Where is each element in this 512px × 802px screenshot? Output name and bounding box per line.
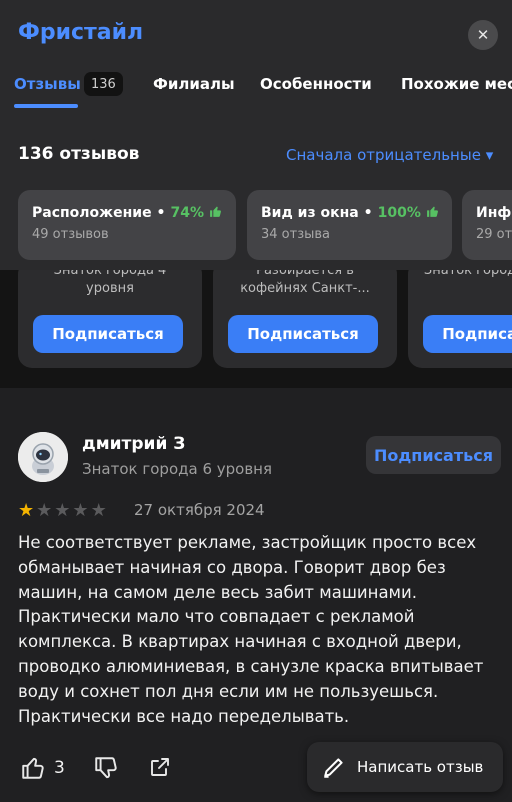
thumbs-up-icon bbox=[427, 206, 438, 217]
review-card: дмитрий З Знаток города 6 уровня Подписа… bbox=[0, 388, 512, 802]
astronaut-avatar-icon bbox=[18, 432, 68, 482]
aspect-count: 34 отзыва bbox=[261, 227, 331, 242]
tab-label: Отзывы bbox=[14, 75, 81, 93]
review-date: 27 октября 2024 bbox=[134, 501, 265, 519]
star-icon: ★ bbox=[72, 500, 89, 521]
author-card-desc: Разбирается в кофейнях Санкт-... bbox=[240, 270, 370, 296]
share-button[interactable] bbox=[148, 755, 176, 781]
author-card-desc: Знаток города уровня bbox=[423, 270, 512, 278]
thumbs-up-icon bbox=[210, 206, 222, 217]
tab-branches[interactable]: Филиалы bbox=[153, 75, 235, 93]
star-icon: ★ bbox=[18, 500, 35, 521]
dislike-button[interactable] bbox=[93, 755, 121, 781]
active-tab-indicator bbox=[14, 104, 78, 108]
subscribe-button[interactable]: Подписаться bbox=[33, 315, 183, 353]
avatar[interactable] bbox=[18, 432, 68, 482]
like-button[interactable]: 3 bbox=[20, 755, 65, 781]
close-button[interactable]: ✕ bbox=[468, 20, 498, 50]
author-card: Знаток города 4 уровня Подписаться bbox=[18, 270, 202, 368]
author-card-desc: Знаток города 4 уровня bbox=[53, 270, 167, 296]
follow-button[interactable]: Подписаться bbox=[366, 436, 501, 474]
star-icon: ★ bbox=[36, 500, 53, 521]
tab-reviews[interactable]: Отзывы bbox=[14, 75, 81, 93]
author-name[interactable]: дмитрий З bbox=[82, 434, 185, 454]
rating-stars: ★ ★ ★ ★ ★ bbox=[18, 500, 107, 522]
aspect-name: Расположение • bbox=[32, 205, 166, 221]
tab-features[interactable]: Особенности bbox=[260, 75, 372, 93]
close-icon: ✕ bbox=[476, 26, 490, 44]
aspect-name: Инфраструктура • bbox=[476, 205, 512, 221]
thumbs-up-icon bbox=[22, 757, 44, 779]
aspect-chip-infrastructure[interactable]: Инфраструктура • 29 отзывов bbox=[462, 190, 512, 260]
author-level: Знаток города 6 уровня bbox=[82, 460, 273, 478]
tab-badge: 136 bbox=[84, 72, 123, 96]
reviews-count: 136 отзывов bbox=[18, 144, 140, 164]
write-review-label: Написать отзыв bbox=[357, 758, 484, 776]
sort-dropdown[interactable]: Сначала отрицательные ▾ bbox=[286, 146, 493, 164]
pencil-icon bbox=[324, 758, 343, 778]
header: Фристайл ✕ Отзывы 136 Филиалы Особенност… bbox=[0, 0, 512, 270]
write-review-button[interactable]: Написать отзыв bbox=[307, 742, 503, 792]
author-card: Знаток города уровня Подписаться bbox=[408, 270, 512, 368]
aspect-percent: 74% bbox=[170, 205, 205, 221]
thumbs-down-icon bbox=[95, 757, 117, 779]
aspect-chip-view[interactable]: Вид из окна • 100% 34 отзыва bbox=[247, 190, 452, 260]
author-card: Разбирается в кофейнях Санкт-... Подписа… bbox=[213, 270, 397, 368]
review-text: Не соответствует рекламе, застройщик про… bbox=[18, 533, 484, 726]
aspect-count: 29 отзывов bbox=[476, 227, 512, 242]
like-count: 3 bbox=[54, 758, 65, 778]
star-icon: ★ bbox=[90, 500, 107, 521]
subscribe-button[interactable]: Подписаться bbox=[228, 315, 378, 353]
share-icon bbox=[151, 758, 169, 776]
star-icon: ★ bbox=[54, 500, 71, 521]
page-title: Фристайл bbox=[18, 20, 144, 45]
aspect-name: Вид из окна • bbox=[261, 205, 373, 221]
author-suggestions: Знаток города 4 уровня Подписаться Разби… bbox=[0, 270, 512, 388]
aspect-percent: 100% bbox=[377, 205, 421, 221]
aspect-count: 49 отзывов bbox=[32, 227, 109, 242]
aspect-chip-location[interactable]: Расположение • 74% 49 отзывов bbox=[18, 190, 236, 260]
tabs: Отзывы 136 Филиалы Особенности Похожие м… bbox=[0, 70, 512, 110]
tab-similar[interactable]: Похожие места bbox=[401, 75, 512, 93]
subscribe-button[interactable]: Подписаться bbox=[423, 315, 512, 353]
